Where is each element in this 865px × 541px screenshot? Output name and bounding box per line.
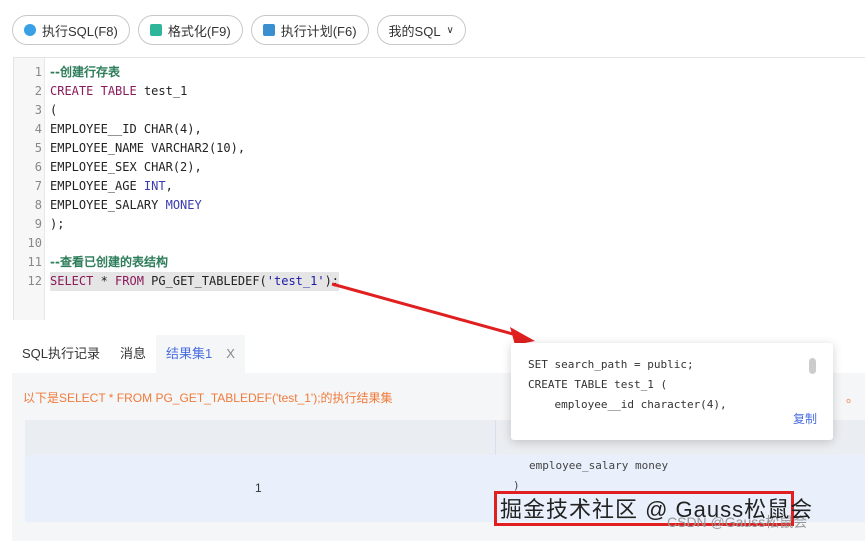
- code-line: 10: [14, 234, 865, 253]
- line-number: 1: [34, 65, 42, 79]
- code-line: 6 EMPLOYEE_SEX CHAR(2),: [14, 158, 865, 177]
- code-line: 7 EMPLOYEE_AGE INT,: [14, 177, 865, 196]
- code-line: 12 SELECT * FROM PG_GET_TABLEDEF('test_1'…: [14, 272, 865, 291]
- trailing-mark: 。: [845, 390, 859, 405]
- run-sql-button[interactable]: 执行SQL(F8): [12, 15, 130, 45]
- line-number: 4: [34, 122, 42, 136]
- popup-line: CREATE TABLE test_1 (: [528, 378, 668, 391]
- code-line: 11 --查看已创建的表结构: [14, 253, 865, 272]
- my-sql-dropdown[interactable]: 我的SQL ∨: [376, 15, 466, 45]
- cell-line: employee_salary money: [529, 459, 669, 472]
- cell-tooltip-popup: SET search_path = public; CREATE TABLE t…: [511, 343, 833, 440]
- document-icon: [149, 24, 162, 36]
- code-text: (: [50, 103, 58, 117]
- explain-plan-button[interactable]: 执行计划(F6): [250, 15, 369, 45]
- code-line: 3(: [14, 101, 865, 120]
- line-number: 12: [27, 274, 42, 288]
- tab-messages[interactable]: 消息: [110, 335, 156, 373]
- code-line: 4 EMPLOYEE__ID CHAR(4),: [14, 120, 865, 139]
- code-text: --创建行存表: [50, 65, 120, 79]
- plan-icon: [262, 24, 275, 36]
- line-number: 5: [34, 141, 42, 155]
- code-line: 5 EMPLOYEE_NAME VARCHAR2(10),: [14, 139, 865, 158]
- code-text: EMPLOYEE_NAME VARCHAR2(10),: [50, 141, 246, 155]
- code-line: 9);: [14, 215, 865, 234]
- chevron-down-icon: ∨: [446, 24, 454, 36]
- code-text: EMPLOYEE_SALARY MONEY: [50, 198, 202, 212]
- code-line: 1 --创建行存表: [14, 63, 865, 82]
- line-number: 10: [27, 236, 42, 250]
- code-line: 8 EMPLOYEE_SALARY MONEY: [14, 196, 865, 215]
- code-text: SELECT * FROM PG_GET_TABLEDEF('test_1');: [50, 272, 340, 291]
- tab-result-1[interactable]: 结果集1 X: [156, 335, 245, 373]
- copy-button[interactable]: 复制: [793, 410, 817, 427]
- play-icon: [24, 24, 36, 36]
- result-tabs: SQL执行记录 消息 结果集1 X: [12, 335, 245, 373]
- format-button[interactable]: 格式化(F9): [137, 15, 243, 45]
- row-index: 1: [255, 481, 262, 495]
- toolbar: 执行SQL(F8) 格式化(F9) 执行计划(F6) 我的SQL ∨: [12, 15, 466, 45]
- line-number: 9: [34, 217, 42, 231]
- code-text: --查看已创建的表结构: [50, 255, 168, 269]
- result-message: 以下是SELECT * FROM PG_GET_TABLEDEF('test_1…: [23, 391, 393, 405]
- popup-line: employee__id character(4),: [528, 398, 727, 411]
- code-text: );: [50, 217, 65, 231]
- sql-editor[interactable]: 1 --创建行存表 2 CREATE TABLE test_1 3(4 EMPLOYEE_…: [13, 57, 865, 320]
- close-icon[interactable]: X: [226, 346, 235, 361]
- popup-scrollbar[interactable]: [809, 358, 816, 374]
- code-text: EMPLOYEE__ID CHAR(4),: [50, 122, 202, 136]
- line-number: 3: [34, 103, 42, 117]
- code-text: EMPLOYEE_SEX CHAR(2),: [50, 160, 202, 174]
- tab-sql-history[interactable]: SQL执行记录: [12, 335, 110, 373]
- code-text: CREATE TABLE test_1: [50, 84, 188, 98]
- code-line: 2 CREATE TABLE test_1: [14, 82, 865, 101]
- watermark: 掘金技术社区 @ Gauss松鼠会: [500, 497, 814, 522]
- line-number: 6: [34, 160, 42, 174]
- line-number: 2: [34, 84, 42, 98]
- code-text: EMPLOYEE_AGE INT,: [50, 179, 173, 193]
- line-number: 8: [34, 198, 42, 212]
- popup-line: SET search_path = public;: [528, 358, 694, 371]
- line-number: 7: [34, 179, 42, 193]
- line-number: 11: [27, 255, 42, 269]
